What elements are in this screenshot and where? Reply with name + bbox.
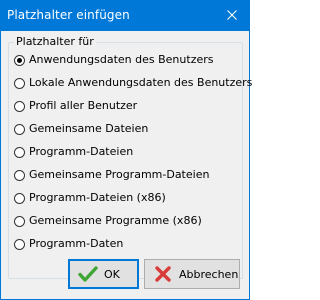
radio-label: Gemeinsame Programm-Dateien — [29, 168, 210, 181]
cancel-button-label: Abbrechen — [179, 267, 239, 281]
radio-button[interactable] — [14, 192, 25, 204]
radio-button[interactable] — [14, 100, 25, 112]
dialog-window: Platzhalter einfügen Platzhalter für Anw… — [0, 0, 252, 300]
radio-button[interactable] — [14, 146, 25, 158]
ok-button[interactable]: OK — [68, 259, 139, 289]
groupbox-legend: Platzhalter für — [14, 35, 96, 49]
radio-option-2[interactable]: Profil aller Benutzer — [14, 98, 137, 114]
radio-selected-dot — [17, 57, 22, 63]
radio-option-8[interactable]: Programm-Daten — [14, 236, 123, 252]
radio-option-7[interactable]: Gemeinsame Programme (x86) — [14, 213, 202, 229]
radio-button[interactable] — [14, 123, 25, 135]
radio-label: Gemeinsame Programme (x86) — [29, 214, 202, 227]
radio-option-0[interactable]: Anwendungsdaten des Benutzers — [14, 52, 214, 68]
checkmark-icon — [78, 264, 98, 284]
radio-label: Programm-Dateien — [29, 145, 134, 158]
radio-option-5[interactable]: Gemeinsame Programm-Dateien — [14, 167, 209, 183]
radio-label: Lokale Anwendungsdaten des Benutzers — [29, 76, 253, 89]
radio-option-6[interactable]: Programm-Dateien (x86) — [14, 190, 166, 206]
ok-button-label: OK — [104, 267, 120, 281]
dialog-body: Platzhalter für Anwendungsdaten des Benu… — [1, 31, 252, 299]
radio-label: Gemeinsame Dateien — [29, 122, 149, 135]
radio-button[interactable] — [14, 77, 25, 89]
close-icon — [227, 10, 237, 20]
close-button[interactable] — [214, 0, 250, 30]
window-title: Platzhalter einfügen — [7, 8, 130, 22]
radio-label: Profil aller Benutzer — [29, 99, 138, 112]
radio-button[interactable] — [14, 54, 25, 66]
radio-option-1[interactable]: Lokale Anwendungsdaten des Benutzers — [14, 75, 252, 91]
radio-button[interactable] — [14, 215, 25, 227]
cancel-button[interactable]: Abbrechen — [144, 259, 240, 289]
radio-label: Programm-Dateien (x86) — [29, 191, 166, 204]
title-bar[interactable]: Platzhalter einfügen — [0, 0, 250, 31]
cross-icon — [153, 264, 173, 284]
radio-label: Anwendungsdaten des Benutzers — [29, 53, 214, 66]
placeholder-groupbox: Platzhalter für Anwendungsdaten des Benu… — [8, 35, 252, 279]
radio-option-4[interactable]: Programm-Dateien — [14, 144, 133, 160]
radio-option-3[interactable]: Gemeinsame Dateien — [14, 121, 148, 137]
radio-label: Programm-Daten — [29, 237, 124, 250]
radio-button[interactable] — [14, 238, 25, 250]
radio-button[interactable] — [14, 169, 25, 181]
